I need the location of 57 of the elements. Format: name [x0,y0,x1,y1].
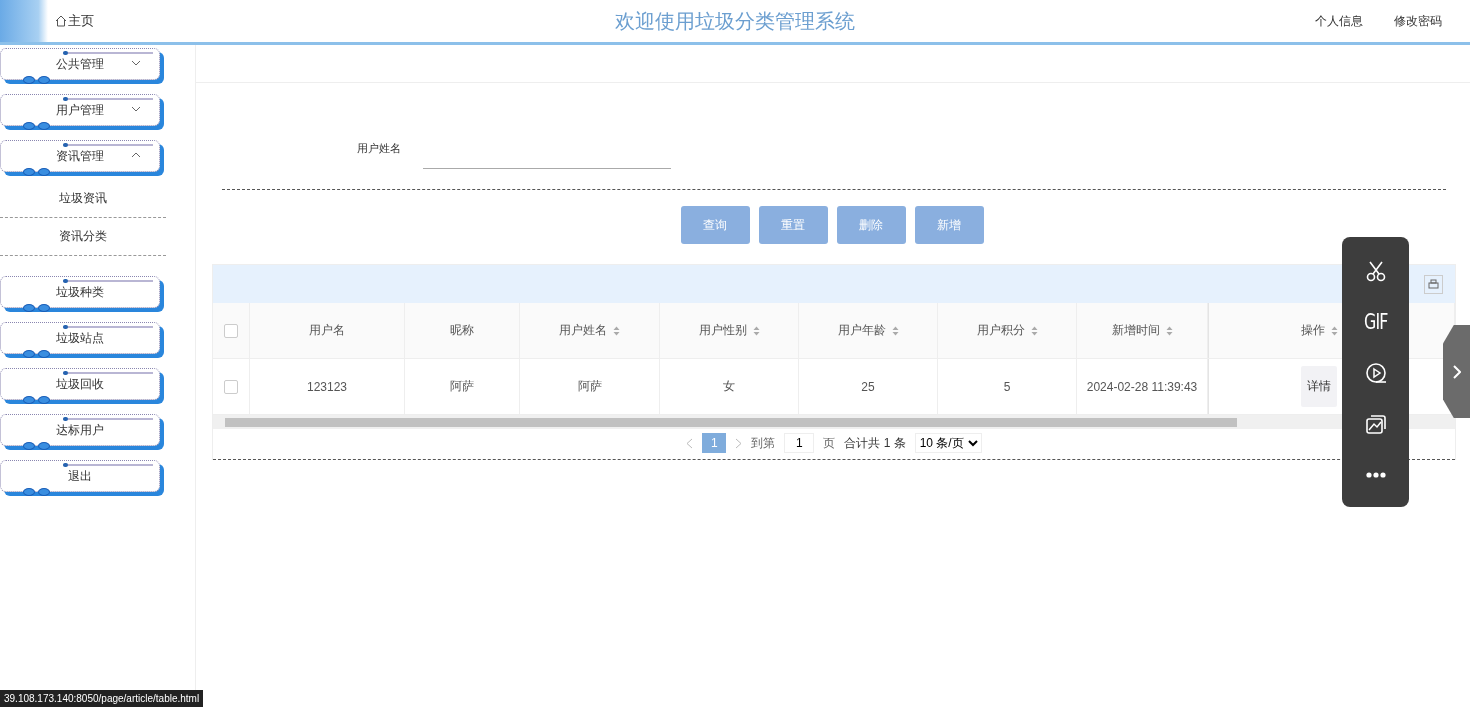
column-header: 操作 [1301,322,1325,339]
column-header: 用户年龄 [837,322,899,339]
header-link[interactable]: 个人信息 [1315,12,1363,30]
column-header: 昵称 [450,322,474,339]
table-cell: 5 [1003,379,1011,394]
status-url: 39.108.173.140:8050/page/article/table.html [0,690,204,707]
details-button[interactable]: 详情 [1301,366,1337,407]
sort-icon[interactable] [1030,325,1038,336]
table-cell: 女 [723,378,735,395]
goto-label: 到第 [751,434,776,452]
page-title: 欢迎使用垃圾分类管理系统 [614,8,856,34]
ornament-dots [23,76,50,84]
horizontal-scrollbar[interactable] [213,415,1455,429]
table-cell: 阿萨 [450,378,474,395]
total-count: 合计共 1 条 [844,434,906,452]
scissors-icon[interactable] [1364,259,1387,282]
table-cell: 2024-02-28 11:39:43 [1086,379,1198,394]
table-cell: 123123 [306,379,347,394]
row-checkbox[interactable] [224,379,238,394]
images-icon[interactable] [1364,412,1387,435]
select-all-checkbox[interactable] [224,323,238,338]
column-header: 用户名 [309,322,345,339]
column-header: 用户性别 [698,322,760,339]
ornament-dots [23,396,50,404]
next-page-icon[interactable] [735,437,743,449]
header-link[interactable]: 修改密码 [1394,12,1442,30]
side-handle[interactable] [1443,325,1470,418]
print-icon[interactable] [1424,274,1443,294]
page-unit-label: 页 [823,434,836,452]
submenu-item[interactable]: 资讯分类 [0,218,166,256]
ornament-dots [23,122,50,130]
field-label: 用户姓名 [357,140,401,156]
ornament-dots [23,350,50,358]
chevron-icon [1452,364,1461,379]
previous-page-icon[interactable] [686,437,694,449]
sort-icon[interactable] [1165,325,1173,336]
submenu-item[interactable]: 垃圾资讯 [0,180,166,218]
sort-icon[interactable] [1331,325,1338,336]
ornament-dots [23,488,50,496]
ornament-dots [23,442,50,450]
page-size-select[interactable]: 10 条/页 [914,433,982,453]
video-record-icon[interactable] [1364,361,1387,384]
column-header: 新增时间 [1111,322,1173,339]
table-cell: 25 [861,379,875,394]
home-icon [55,15,67,27]
logo-block [0,0,48,42]
sort-icon[interactable] [752,325,760,336]
ornament-dots [23,304,50,312]
column-header: 用户姓名 [559,322,620,339]
column-header: 用户积分 [976,322,1038,339]
home-link[interactable]: 主页 [55,12,94,30]
ornament-dots [23,168,50,176]
table-cell: 阿萨 [577,378,602,395]
sort-icon[interactable] [891,325,899,336]
sort-icon[interactable] [613,325,620,336]
page-input[interactable]: 1 [784,433,815,453]
gif-button[interactable]: GIF [1363,309,1388,334]
